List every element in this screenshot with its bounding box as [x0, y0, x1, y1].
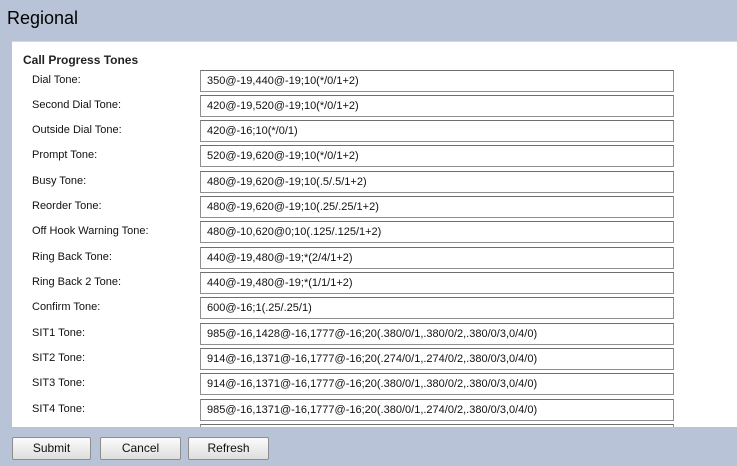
row-sit3-tone: SIT3 Tone: 914@-16,1371@-16,1777@-16;20(…: [12, 373, 737, 395]
page-title: Regional: [7, 8, 79, 28]
row-second-dial-tone: Second Dial Tone: 420@-19,520@-19;10(*/0…: [12, 95, 737, 117]
input-confirm-tone[interactable]: 600@-16;1(.25/.25/1): [200, 297, 674, 319]
label-busy-tone: Busy Tone:: [32, 175, 87, 187]
row-reorder-tone: Reorder Tone: 480@-19,620@-19;10(.25/.25…: [12, 196, 737, 218]
label-ring-back-tone: Ring Back Tone:: [32, 251, 112, 263]
row-ring-back-2-tone: Ring Back 2 Tone: 440@-19,480@-19;*(1/1/…: [12, 272, 737, 294]
row-dial-tone: Dial Tone: 350@-19,440@-19;10(*/0/1+2): [12, 70, 737, 92]
button-bar: Submit Cancel Refresh: [0, 427, 737, 466]
label-sit2-tone: SIT2 Tone:: [32, 352, 85, 364]
input-outside-dial-tone[interactable]: 420@-16;10(*/0/1): [200, 120, 674, 142]
label-prompt-tone: Prompt Tone:: [32, 149, 98, 161]
row-busy-tone: Busy Tone: 480@-19,620@-19;10(.5/.5/1+2): [12, 171, 737, 193]
refresh-button[interactable]: Refresh: [188, 437, 269, 460]
label-second-dial-tone: Second Dial Tone:: [32, 99, 122, 111]
input-sit2-tone[interactable]: 914@-16,1371@-16,1777@-16;20(.274/0/1,.2…: [200, 348, 674, 370]
label-sit1-tone: SIT1 Tone:: [32, 327, 85, 339]
input-prompt-tone[interactable]: 520@-19,620@-19;10(*/0/1+2): [200, 145, 674, 167]
row-ring-back-tone: Ring Back Tone: 440@-19,480@-19;*(2/4/1+…: [12, 247, 737, 269]
call-progress-tones-panel: Call Progress Tones Dial Tone: 350@-19,4…: [12, 41, 737, 427]
input-ring-back-2-tone[interactable]: 440@-19,480@-19;*(1/1/1+2): [200, 272, 674, 294]
row-sit2-tone: SIT2 Tone: 914@-16,1371@-16,1777@-16;20(…: [12, 348, 737, 370]
panel-divider: [12, 41, 737, 42]
row-sit1-tone: SIT1 Tone: 985@-16,1428@-16,1777@-16;20(…: [12, 323, 737, 345]
label-reorder-tone: Reorder Tone:: [32, 200, 102, 212]
title-bar: Regional: [0, 0, 737, 40]
cancel-button[interactable]: Cancel: [100, 437, 181, 460]
input-second-dial-tone[interactable]: 420@-19,520@-19;10(*/0/1+2): [200, 95, 674, 117]
row-confirm-tone: Confirm Tone: 600@-16;1(.25/.25/1): [12, 297, 737, 319]
row-sit4-tone: SIT4 Tone: 985@-16,1371@-16,1777@-16;20(…: [12, 399, 737, 421]
label-confirm-tone: Confirm Tone:: [32, 301, 101, 313]
input-off-hook-warning-tone[interactable]: 480@-10,620@0;10(.125/.125/1+2): [200, 221, 674, 243]
input-ring-back-tone[interactable]: 440@-19,480@-19;*(2/4/1+2): [200, 247, 674, 269]
input-busy-tone[interactable]: 480@-19,620@-19;10(.5/.5/1+2): [200, 171, 674, 193]
label-dial-tone: Dial Tone:: [32, 74, 81, 86]
input-dial-tone[interactable]: 350@-19,440@-19;10(*/0/1+2): [200, 70, 674, 92]
row-off-hook-warning-tone: Off Hook Warning Tone: 480@-10,620@0;10(…: [12, 221, 737, 243]
input-sit1-tone[interactable]: 985@-16,1428@-16,1777@-16;20(.380/0/1,.3…: [200, 323, 674, 345]
label-ring-back-2-tone: Ring Back 2 Tone:: [32, 276, 122, 288]
label-outside-dial-tone: Outside Dial Tone:: [32, 124, 122, 136]
input-reorder-tone[interactable]: 480@-19,620@-19;10(.25/.25/1+2): [200, 196, 674, 218]
submit-button[interactable]: Submit: [12, 437, 91, 460]
label-sit4-tone: SIT4 Tone:: [32, 403, 85, 415]
row-outside-dial-tone: Outside Dial Tone: 420@-16;10(*/0/1): [12, 120, 737, 142]
row-prompt-tone: Prompt Tone: 520@-19,620@-19;10(*/0/1+2): [12, 145, 737, 167]
label-sit3-tone: SIT3 Tone:: [32, 377, 85, 389]
label-off-hook-warning-tone: Off Hook Warning Tone:: [32, 225, 149, 237]
input-sit3-tone[interactable]: 914@-16,1371@-16,1777@-16;20(.380/0/1,.3…: [200, 373, 674, 395]
input-sit4-tone[interactable]: 985@-16,1371@-16,1777@-16;20(.380/0/1,.2…: [200, 399, 674, 421]
section-title: Call Progress Tones: [23, 53, 139, 67]
